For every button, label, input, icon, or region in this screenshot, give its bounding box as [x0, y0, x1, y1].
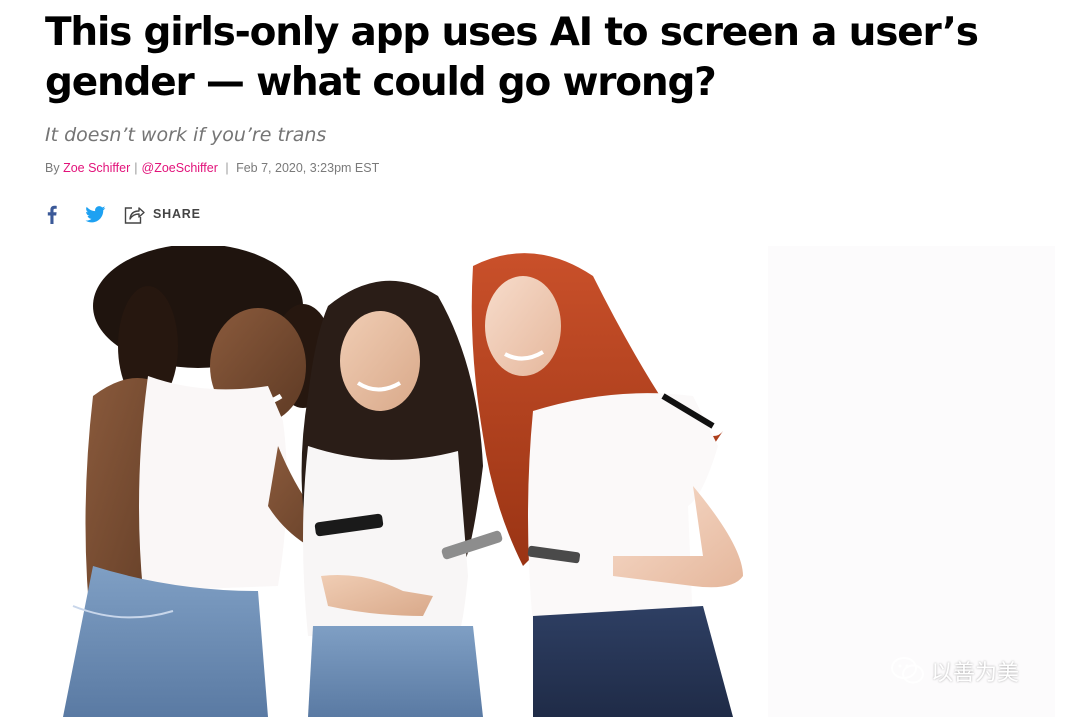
byline-divider: |: [134, 161, 138, 175]
share-label: SHARE: [153, 207, 201, 221]
facebook-icon: [47, 205, 57, 224]
facebook-share-button[interactable]: [45, 202, 59, 226]
article-page: This girls-only app uses AI to screen a …: [0, 0, 1080, 717]
twitter-icon: [84, 205, 105, 222]
watermark-text: 以善为美: [930, 661, 1019, 686]
byline-prefix: By: [45, 161, 60, 175]
hero-image: 以善为美: [53, 246, 1055, 717]
publish-date: Feb 7, 2020, 3:23pm EST: [236, 161, 380, 175]
share-icon: [124, 206, 145, 224]
author-link[interactable]: Zoe Schiffer: [63, 161, 130, 175]
share-bar: SHARE: [45, 200, 201, 228]
article-headline: This girls-only app uses AI to screen a …: [45, 10, 979, 105]
article-dek: It doesn’t work if you’re trans: [45, 124, 327, 146]
byline-divider: |: [221, 161, 233, 175]
byline: By Zoe Schiffer | @ZoeSchiffer | Feb 7, 20…: [45, 159, 379, 177]
twitter-share-button[interactable]: [84, 202, 106, 226]
photo-three-women-phones: [53, 246, 1055, 717]
wechat-icon: [890, 657, 924, 684]
share-button[interactable]: SHARE: [124, 202, 201, 226]
watermark: 以善为美: [890, 655, 1019, 687]
author-twitter-link[interactable]: @ZoeSchiffer: [142, 161, 218, 175]
